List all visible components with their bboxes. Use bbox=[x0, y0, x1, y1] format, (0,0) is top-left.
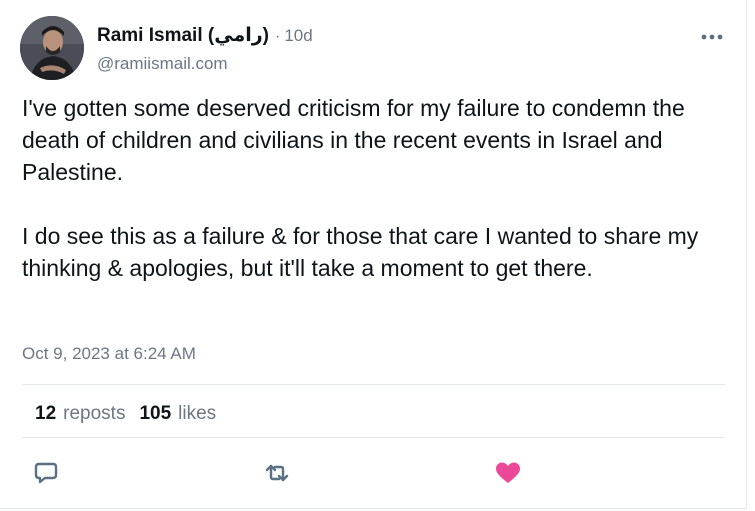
repost-arrows-icon bbox=[265, 464, 289, 482]
reposts-label[interactable]: reposts bbox=[63, 403, 125, 425]
more-options-button[interactable] bbox=[698, 26, 726, 46]
ellipsis-icon bbox=[701, 34, 723, 40]
post-text: I've gotten some deserved criticism for … bbox=[22, 92, 727, 284]
post-paragraph: I do see this as a failure & for those t… bbox=[22, 223, 699, 281]
likes-label[interactable]: likes bbox=[178, 403, 216, 425]
post-timestamp: Oct 9, 2023 at 6:24 AM bbox=[22, 344, 196, 363]
author-row: Rami Ismail (رامي) · 10d bbox=[97, 24, 313, 47]
author-display-name[interactable]: Rami Ismail (رامي) bbox=[97, 24, 269, 47]
reposts-count[interactable]: 12 bbox=[35, 403, 56, 425]
divider bbox=[22, 437, 725, 438]
reply-button[interactable] bbox=[31, 458, 61, 488]
speech-bubble-icon bbox=[34, 462, 58, 484]
heart-icon bbox=[496, 462, 520, 483]
post-card: Rami Ismail (رامي) · 10d @ramiismail.com… bbox=[0, 0, 747, 509]
divider bbox=[22, 384, 725, 385]
repost-button[interactable] bbox=[262, 458, 292, 488]
relative-timestamp[interactable]: 10d bbox=[284, 26, 312, 46]
author-handle[interactable]: @ramiismail.com bbox=[97, 54, 228, 74]
separator-dot: · bbox=[274, 28, 281, 45]
likes-count[interactable]: 105 bbox=[139, 403, 171, 425]
like-button[interactable] bbox=[493, 458, 523, 488]
avatar-photo bbox=[20, 16, 84, 80]
engagement-stats: 12 reposts 105 likes bbox=[35, 403, 216, 425]
post-paragraph: I've gotten some deserved criticism for … bbox=[22, 95, 685, 185]
avatar[interactable] bbox=[20, 16, 84, 80]
